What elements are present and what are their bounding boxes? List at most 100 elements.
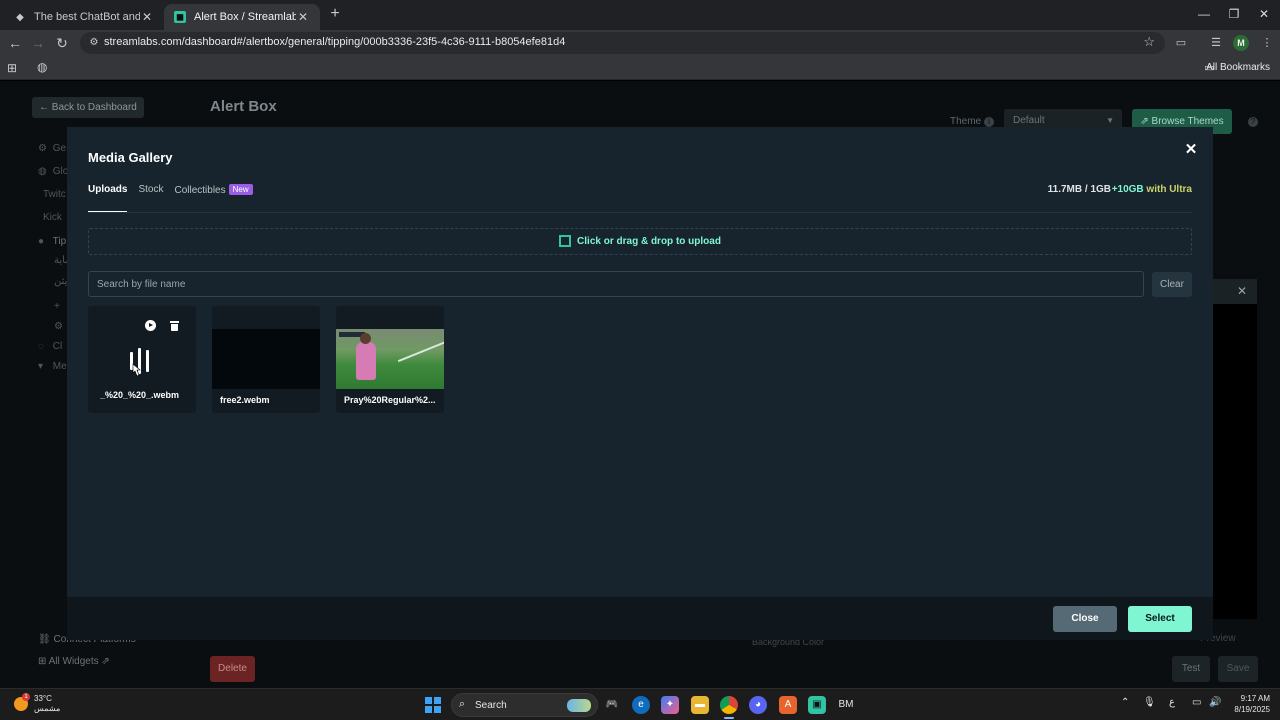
modal-title: Media Gallery	[88, 150, 173, 165]
app-bm-icon[interactable]: BM	[837, 696, 855, 714]
gear-icon: ⚙	[38, 143, 47, 154]
tab-label: Stock	[138, 184, 164, 195]
sidebar-label: Tip	[52, 236, 67, 247]
grid-icon: ⊞	[38, 656, 49, 667]
media-item[interactable]: Pray%20Regular%2...	[336, 306, 444, 413]
streamlabs-favicon-icon: ◆	[16, 11, 24, 23]
media-gallery-modal: Media Gallery ✕ Uploads Stock Collectibl…	[67, 127, 1213, 597]
chevron-up-icon[interactable]: ⌃	[1121, 697, 1129, 708]
new-badge: New	[228, 184, 253, 195]
sun-icon: 1	[14, 693, 30, 711]
weather-widget[interactable]: 1 33°C مشمس	[14, 693, 60, 714]
browser-tab-strip: ◆ The best ChatBot and Widgets ✕ ◼ Alert…	[0, 0, 1280, 30]
tab-stock[interactable]: Stock	[138, 184, 163, 213]
ime-indicator[interactable]: ع	[1169, 697, 1175, 708]
gear-icon[interactable]: ⚙	[54, 321, 63, 332]
url-text[interactable]: streamlabs.com/dashboard#/alertbox/gener…	[104, 36, 565, 48]
storage-usage: 11.7MB / 1GB	[1047, 184, 1111, 195]
discord-icon[interactable]: ◕	[749, 696, 767, 714]
sidebar-item-tipping[interactable]: ● Tip	[38, 236, 66, 247]
date: 8/19/2025	[1234, 705, 1270, 714]
app-a-icon[interactable]: A	[779, 696, 797, 714]
chrome-icon[interactable]	[720, 696, 738, 719]
back-arrow-icon[interactable]: ←	[5, 33, 25, 53]
site-settings-icon[interactable]: ⚙	[86, 35, 102, 51]
sidebar-label: Cl	[52, 341, 63, 352]
test-button[interactable]: Test	[1172, 656, 1210, 682]
clear-button[interactable]: Clear	[1152, 272, 1192, 297]
media-item[interactable]: _%20_%20_.webm	[88, 306, 196, 413]
microphone-icon[interactable]: 🎙	[1143, 697, 1156, 708]
sidebar-item-general[interactable]: ⚙ Ge	[38, 143, 66, 154]
back-to-dashboard-button[interactable]: ← Back to Dashboard	[32, 97, 144, 118]
tab-uploads[interactable]: Uploads	[88, 184, 128, 213]
tab-collectibles[interactable]: Collectibles New	[174, 184, 253, 213]
info-icon: i	[984, 117, 994, 127]
plus-icon[interactable]: +	[54, 301, 60, 312]
globe-icon[interactable]: ◍	[37, 60, 47, 74]
sidebar-label: Ge	[52, 143, 67, 154]
sidebar-label: Kick	[43, 212, 62, 223]
media-filename: Pray%20Regular%2...	[344, 395, 436, 405]
play-icon[interactable]	[145, 320, 156, 331]
all-widgets-link[interactable]: ⊞ All Widgets ⇗	[38, 656, 110, 667]
delete-button[interactable]: Delete	[210, 656, 255, 682]
window-close-icon[interactable]: ✕	[1246, 0, 1280, 28]
search-label: Search	[475, 700, 507, 711]
browser-tab-alertbox[interactable]: ◼ Alert Box / Streamlabs ✕	[164, 4, 320, 30]
sidebar-item-merch[interactable]: ▾ Me	[38, 361, 67, 372]
copilot-icon[interactable]: ✦	[661, 696, 679, 714]
search-highlight-icon	[567, 699, 591, 712]
file-explorer-icon[interactable]: ▬	[691, 696, 709, 714]
save-button[interactable]: Save	[1218, 656, 1258, 682]
profile-avatar[interactable]: M	[1233, 35, 1249, 51]
media-item[interactable]: free2.webm	[212, 306, 320, 413]
edge-icon[interactable]: e	[632, 696, 650, 714]
cast-icon[interactable]: ▭	[1172, 34, 1190, 52]
all-bookmarks-link[interactable]: All Bookmarks	[1206, 62, 1270, 73]
theme-value: Default	[1013, 115, 1045, 126]
select-button[interactable]: Select	[1128, 606, 1192, 632]
media-tabs: Uploads Stock Collectibles New	[88, 184, 264, 213]
taskbar-search[interactable]: ⌕ Search	[451, 693, 598, 717]
bookmark-star-icon[interactable]: ☆	[1143, 34, 1155, 50]
windows-start-icon[interactable]	[425, 697, 441, 713]
address-bar: ← → ↻ ⚙ streamlabs.com/dashboard#/alertb…	[0, 30, 1280, 56]
tabs-divider	[88, 212, 1192, 213]
close-icon[interactable]: ✕	[1237, 284, 1247, 298]
more-menu-icon[interactable]: ⋮	[1258, 34, 1276, 52]
tab-close-icon[interactable]: ✕	[140, 10, 154, 24]
browser-tab-chatbot[interactable]: ◆ The best ChatBot and Widgets ✕	[4, 4, 164, 30]
tab-close-icon[interactable]: ✕	[296, 10, 310, 24]
widgets-label: All Widgets	[48, 656, 99, 667]
close-icon[interactable]: ✕	[1184, 142, 1198, 157]
close-button[interactable]: Close	[1053, 606, 1117, 632]
ultra-text: with Ultra	[1143, 184, 1192, 195]
new-tab-icon[interactable]: +	[326, 5, 344, 23]
omnibox[interactable]: ⚙ streamlabs.com/dashboard#/alertbox/gen…	[80, 32, 1165, 54]
sidebar-item-kick[interactable]: Kick	[43, 212, 62, 223]
help-icon[interactable]: ?	[1248, 117, 1258, 127]
alertbox-favicon-icon: ◼	[174, 11, 186, 23]
shirt-icon: ▾	[38, 361, 44, 372]
forward-arrow-icon[interactable]: →	[28, 33, 48, 53]
sidebar-item-global[interactable]: ◍ Glo	[38, 166, 68, 177]
trash-icon[interactable]	[170, 321, 179, 331]
dropzone-label: Click or drag & drop to upload	[577, 235, 721, 247]
streamlabs-icon[interactable]: ▣	[808, 696, 826, 714]
volume-icon[interactable]: 🔊	[1209, 697, 1221, 708]
gamebar-icon[interactable]: 🎮	[603, 696, 621, 714]
search-input[interactable]	[88, 271, 1144, 297]
network-icon[interactable]: ▭	[1192, 697, 1201, 708]
sidebar-item-twitch[interactable]: Twitc	[43, 189, 66, 200]
ultra-upsell-link[interactable]: +10GB with Ultra	[1112, 184, 1192, 195]
sidebar-item-chat[interactable]: ◌ Cl	[38, 341, 62, 352]
video-thumbnail	[212, 329, 320, 389]
tab-search-icon[interactable]: ☰	[1207, 34, 1225, 52]
ultra-plus: +10GB	[1111, 184, 1144, 195]
apps-grid-icon[interactable]: ⊞	[7, 61, 17, 75]
clock[interactable]: 9:17 AM 8/19/2025	[1234, 693, 1270, 715]
upload-dropzone[interactable]: Click or drag & drop to upload	[88, 228, 1192, 255]
reload-icon[interactable]: ↻	[52, 33, 72, 53]
search-icon: ⌕	[459, 698, 466, 710]
